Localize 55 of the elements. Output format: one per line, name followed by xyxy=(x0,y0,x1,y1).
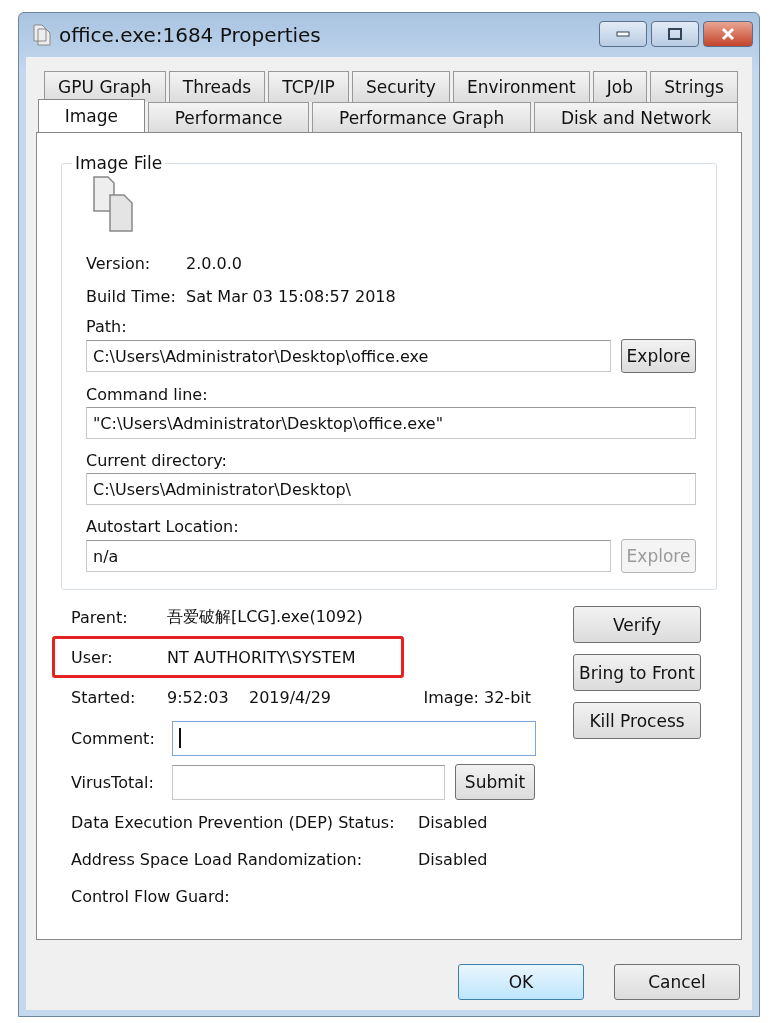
field-value: NT AUTHORITY\SYSTEM xyxy=(167,647,356,667)
input-field[interactable]: "C:\Users\Administrator\Desktop\office.exe" xyxy=(86,407,696,439)
tab[interactable]: Performance xyxy=(147,102,310,133)
field-value: 吾爱破解[LCG].exe(1092) xyxy=(167,606,363,628)
field-label: Comment: xyxy=(71,728,156,748)
minimize-button[interactable] xyxy=(599,21,647,47)
document-icon xyxy=(33,24,53,46)
field-label: VirusTotal: xyxy=(71,772,155,792)
maximize-icon xyxy=(668,28,682,40)
input-field[interactable]: C:\Users\Administrator\Desktop\ xyxy=(86,473,696,505)
field-value: Disabled xyxy=(418,813,488,832)
field-label: Build Time: xyxy=(86,287,177,306)
action-button[interactable]: Verify xyxy=(573,606,701,643)
field-label: Parent: xyxy=(71,607,129,627)
field-label: User: xyxy=(71,647,114,667)
tab[interactable]: Image xyxy=(38,99,145,132)
version-value: 2.0.0.0 xyxy=(186,254,242,273)
field-label: Started: xyxy=(71,687,137,707)
tab[interactable]: Environment xyxy=(452,71,590,102)
field-value: Disabled xyxy=(418,850,488,869)
build-time-value: Sat Mar 03 15:08:57 2018 xyxy=(186,287,396,306)
tab[interactable]: Security xyxy=(351,71,450,102)
tab[interactable]: Job xyxy=(592,71,648,102)
tab[interactable]: Strings xyxy=(650,71,738,102)
field-label: Path: xyxy=(86,315,128,338)
close-button[interactable] xyxy=(703,21,753,47)
submit-button[interactable]: Submit xyxy=(455,764,535,800)
start-time: 9:52:03 xyxy=(167,687,230,707)
comment-field[interactable] xyxy=(172,720,536,756)
window-title: office.exe:1684 Properties xyxy=(59,23,321,47)
explore-button[interactable]: Explore xyxy=(621,339,696,373)
field-label: Autostart Location: xyxy=(86,515,240,538)
input-field[interactable]: C:\Users\Administrator\Desktop\office.exe xyxy=(86,340,611,372)
field-label: Command line: xyxy=(86,383,209,406)
dialog-button[interactable]: OK xyxy=(458,964,584,1000)
image-bitness: Image: 32-bit xyxy=(423,687,531,707)
action-button[interactable]: Kill Process xyxy=(573,702,701,739)
start-date: 2019/4/29 xyxy=(249,687,332,707)
virustotal-field[interactable] xyxy=(172,764,445,800)
maximize-button[interactable] xyxy=(651,21,699,47)
dialog-button[interactable]: Cancel xyxy=(614,964,740,1000)
tab[interactable]: Disk and Network xyxy=(534,102,738,133)
field-label: Version: xyxy=(86,254,152,273)
action-button[interactable]: Bring to Front xyxy=(573,654,701,691)
field-label: Address Space Load Randomization: xyxy=(71,850,364,869)
field-label: Control Flow Guard: xyxy=(71,887,231,906)
tab[interactable]: TCP/IP xyxy=(268,71,349,102)
minimize-icon xyxy=(616,31,630,37)
field-label: Data Execution Prevention (DEP) Status: xyxy=(71,813,396,832)
close-icon xyxy=(720,27,736,41)
tab[interactable]: Performance Graph xyxy=(312,102,532,133)
field-label: Current directory: xyxy=(86,449,228,472)
group-title: Image File xyxy=(74,153,164,173)
tab[interactable]: Threads xyxy=(168,71,266,102)
input-field[interactable]: n/a xyxy=(86,540,611,572)
